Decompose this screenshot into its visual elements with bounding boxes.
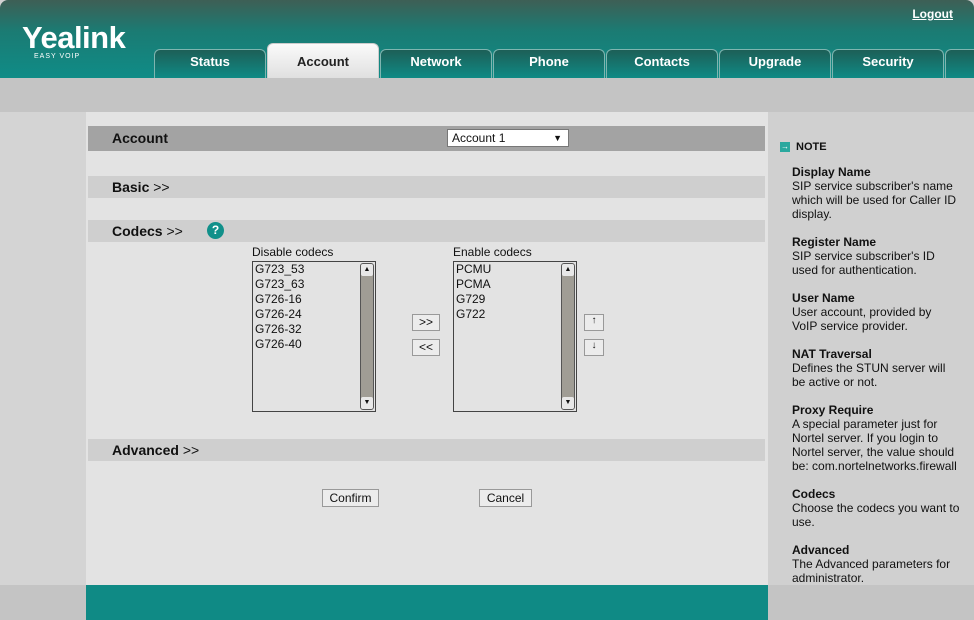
basic-title: Basic — [112, 179, 150, 195]
help-icon[interactable]: ? — [207, 222, 224, 239]
expand-icon: >> — [182, 442, 200, 458]
disabled-codecs-list[interactable]: G723_53 G723_63 G726-16 G726-24 G726-32 … — [252, 261, 376, 412]
tab-account[interactable]: Account — [267, 43, 379, 78]
note-item-text: A special parameter just for Nortel serv… — [792, 417, 957, 473]
cancel-button[interactable]: Cancel — [479, 489, 532, 507]
enable-codecs-label: Enable codecs — [453, 245, 532, 259]
header: Yealink EASY VOIP Logout Status Account … — [0, 0, 974, 78]
list-item[interactable]: G729 — [454, 292, 576, 307]
footer — [0, 585, 974, 620]
footer-bar — [86, 585, 768, 620]
list-item[interactable]: G726-24 — [253, 307, 375, 322]
account-select-value: Account 1 — [452, 131, 506, 145]
scroll-down-icon[interactable]: ▼ — [562, 397, 574, 409]
list-item[interactable]: PCMU — [454, 262, 576, 277]
tab-overflow[interactable] — [945, 49, 974, 78]
note-item-title: User Name — [792, 291, 855, 305]
expand-icon: >> — [153, 179, 170, 195]
note-panel: → NOTE Display Name SIP service subscribe… — [768, 112, 974, 585]
tab-network[interactable]: Network — [380, 49, 492, 78]
note-item-title: Codecs — [792, 487, 836, 501]
list-item[interactable]: G722 — [454, 307, 576, 322]
advanced-section-header[interactable]: Advanced >> — [88, 439, 765, 461]
tab-status[interactable]: Status — [154, 49, 266, 78]
note-item-text: SIP service subscriber's ID used for aut… — [792, 249, 935, 277]
codecs-section-header[interactable]: Codecs >> ? — [88, 220, 765, 242]
note-item-title: NAT Traversal — [792, 347, 872, 361]
list-item[interactable]: G726-40 — [253, 337, 375, 352]
confirm-button[interactable]: Confirm — [322, 489, 379, 507]
left-margin — [0, 112, 86, 585]
list-item[interactable]: G723_63 — [253, 277, 375, 292]
note-item: Proxy Require A special parameter just fo… — [792, 403, 972, 473]
note-item-title: Register Name — [792, 235, 877, 249]
note-item: NAT Traversal Defines the STUN server wil… — [792, 347, 957, 389]
tab-phone[interactable]: Phone — [493, 49, 605, 78]
scroll-down-icon[interactable]: ▼ — [361, 397, 373, 409]
codecs-title: Codecs — [112, 223, 163, 239]
enable-codec-button[interactable]: >> — [412, 314, 440, 331]
note-item-text: Defines the STUN server will be active o… — [792, 361, 946, 389]
subheader-band — [0, 78, 974, 112]
list-item[interactable]: PCMA — [454, 277, 576, 292]
disable-codec-button[interactable]: << — [412, 339, 440, 356]
tab-contacts[interactable]: Contacts — [606, 49, 718, 78]
scroll-up-icon[interactable]: ▲ — [562, 264, 574, 276]
note-item: Register Name SIP service subscriber's ID… — [792, 235, 952, 277]
logout-link[interactable]: Logout — [912, 7, 953, 21]
account-select[interactable]: Account 1 ▼ — [447, 129, 569, 147]
note-item: Display Name SIP service subscriber's nam… — [792, 165, 967, 221]
note-item-text: SIP service subscriber's name which will… — [792, 179, 957, 221]
note-item-title: Advanced — [792, 543, 850, 557]
basic-section-header[interactable]: Basic >> — [88, 176, 765, 198]
note-item-title: Proxy Require — [792, 403, 874, 417]
tab-upgrade[interactable]: Upgrade — [719, 49, 831, 78]
main-content: Account Account 1 ▼ Basic >> Codecs >> ? … — [86, 112, 768, 585]
note-item-text: The Advanced parameters for administrato… — [792, 557, 951, 585]
note-title: NOTE — [796, 141, 827, 153]
tab-security[interactable]: Security — [832, 49, 944, 78]
logo-tagline: EASY VOIP — [34, 53, 81, 60]
move-up-button[interactable]: ↑ — [584, 314, 604, 331]
scrollbar[interactable]: ▲ ▼ — [360, 263, 374, 410]
note-item: User Name User account, provided by VoIP … — [792, 291, 952, 333]
arrow-right-icon: → — [780, 142, 790, 152]
list-item[interactable]: G723_53 — [253, 262, 375, 277]
advanced-title: Advanced — [112, 442, 179, 458]
account-section-header: Account Account 1 ▼ — [88, 126, 765, 151]
note-item: Advanced The Advanced parameters for admi… — [792, 543, 967, 585]
disable-codecs-label: Disable codecs — [252, 245, 334, 259]
list-item[interactable]: G726-16 — [253, 292, 375, 307]
expand-icon: >> — [166, 223, 183, 239]
scrollbar[interactable]: ▲ ▼ — [561, 263, 575, 410]
note-item-title: Display Name — [792, 165, 871, 179]
note-item-text: Choose the codecs you want to use. — [792, 501, 960, 529]
note-item: Codecs Choose the codecs you want to use. — [792, 487, 962, 529]
enabled-codecs-list[interactable]: PCMU PCMA G729 G722 ▲ ▼ — [453, 261, 577, 412]
note-item-text: User account, provided by VoIP service p… — [792, 305, 932, 333]
list-item[interactable]: G726-32 — [253, 322, 375, 337]
scroll-up-icon[interactable]: ▲ — [361, 264, 373, 276]
account-title: Account — [112, 130, 168, 146]
move-down-button[interactable]: ↓ — [584, 339, 604, 356]
dropdown-arrow-icon: ▼ — [553, 133, 562, 143]
